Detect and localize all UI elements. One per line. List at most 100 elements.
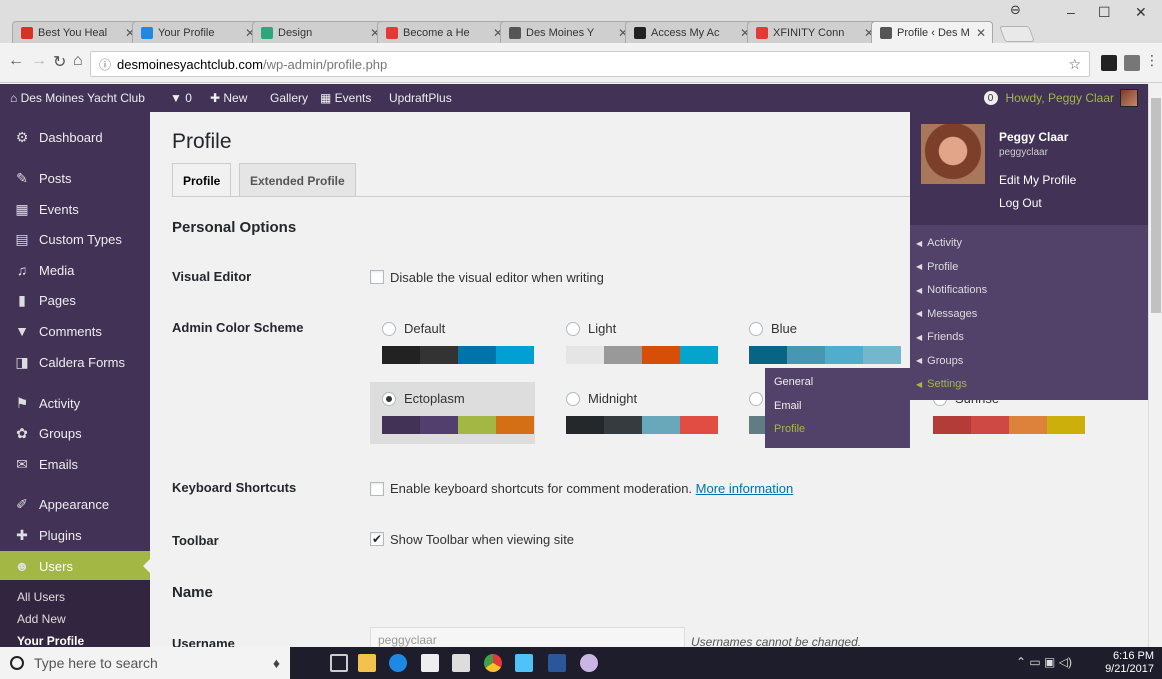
system-tray[interactable]: ⌃ ▭ ▣ ◁)	[1016, 655, 1072, 669]
toolbar-checkbox[interactable]: ✔	[370, 532, 384, 546]
sidebar-item-posts[interactable]: ✎ Posts	[0, 163, 150, 193]
task-view-icon[interactable]	[330, 654, 348, 672]
back-icon[interactable]: ←	[8, 52, 24, 70]
home-icon[interactable]: ⌂	[73, 52, 83, 70]
account-username: peggyclaar	[999, 147, 1048, 158]
sidebar-item-plugins[interactable]: ✚ Plugins	[0, 520, 150, 550]
browser-tab[interactable]: Des Moines Y ✕	[500, 21, 635, 43]
scheme-radio[interactable]	[749, 392, 763, 406]
paint-icon[interactable]	[580, 654, 598, 672]
store-icon[interactable]	[421, 654, 439, 672]
color-scheme-option[interactable]: Light	[554, 312, 719, 374]
vertical-scrollbar[interactable]	[1148, 84, 1162, 647]
browser-tab[interactable]: Best You Heal ✕	[12, 21, 142, 43]
sidebar-item-custom-types[interactable]: ▤ Custom Types	[0, 224, 150, 254]
sidebar-item-emails[interactable]: ✉ Emails	[0, 449, 150, 479]
file-explorer-icon[interactable]	[358, 654, 376, 672]
browser-tab[interactable]: Access My Ac ✕	[625, 21, 757, 43]
scheme-radio[interactable]	[749, 322, 763, 336]
notification-badge[interactable]: 0	[983, 91, 998, 105]
scroll-thumb[interactable]	[1151, 98, 1161, 313]
sidebar-item-activity[interactable]: ⚑ Activity	[0, 388, 150, 418]
tab-extended-profile[interactable]: Extended Profile	[239, 163, 356, 197]
url-input[interactable]: ⓘ desmoinesyachtclub.com/wp-admin/profil…	[90, 51, 1090, 77]
microphone-icon[interactable]: ♦	[273, 655, 280, 671]
account-menu-friends[interactable]: ◀ Friends	[916, 327, 964, 347]
site-name-link[interactable]: ⌂ Des Moines Yacht Club	[10, 91, 145, 105]
taskbar-search[interactable]: Type here to search ♦	[0, 647, 290, 679]
keyboard-shortcuts-text: Enable keyboard shortcuts for comment mo…	[390, 481, 794, 496]
visual-editor-checkbox[interactable]	[370, 270, 384, 284]
extension-icon[interactable]	[1101, 55, 1117, 71]
color-scheme-option[interactable]: Ectoplasm	[370, 382, 535, 444]
word-icon[interactable]	[548, 654, 566, 672]
sidebar-item-dashboard[interactable]: ⚙ Dashboard	[0, 122, 150, 152]
extension-icon-2[interactable]	[1124, 55, 1140, 71]
toolbar-text: Show Toolbar when viewing site	[390, 532, 575, 547]
browser-tab[interactable]: Design ✕	[252, 21, 387, 43]
account-menu-activity[interactable]: ◀ Activity	[916, 233, 962, 253]
sidebar-item-caldera-forms[interactable]: ◨ Caldera Forms	[0, 347, 150, 377]
color-scheme-option[interactable]: Blue	[737, 312, 902, 374]
browser-tab[interactable]: XFINITY Conn ✕	[747, 21, 881, 43]
bookmark-star-icon[interactable]: ☆	[1068, 56, 1081, 73]
events-link[interactable]: ▦ Events	[320, 91, 371, 105]
updraft-link[interactable]: UpdraftPlus	[389, 91, 452, 105]
comments-link[interactable]: ▼ 0	[170, 91, 192, 105]
forward-icon[interactable]: →	[31, 52, 47, 70]
account-menu-notifications[interactable]: ◀ Notifications	[916, 280, 987, 300]
sidebar-item-media[interactable]: ♫ Media	[0, 255, 150, 285]
sidebar-item-users[interactable]: ☻ Users	[0, 551, 150, 581]
keyboard-shortcuts-checkbox[interactable]	[370, 482, 384, 496]
scheme-radio[interactable]	[566, 322, 580, 336]
profile-photo[interactable]	[921, 124, 985, 184]
clock[interactable]: 6:16 PM 9/21/2017	[1105, 650, 1154, 676]
sidebar-item-appearance[interactable]: ✐ Appearance	[0, 489, 150, 519]
scheme-swatches	[933, 416, 1085, 434]
scheme-radio[interactable]	[382, 392, 396, 406]
account-menu-messages[interactable]: ◀ Messages	[916, 304, 977, 324]
sidebar-item-pages[interactable]: ▮ Pages	[0, 285, 150, 315]
submenu-all-users[interactable]: All Users	[0, 586, 150, 608]
new-content-link[interactable]: ✚ New	[210, 91, 247, 105]
color-scheme-option[interactable]: Default	[370, 312, 535, 374]
account-menu-profile[interactable]: ◀ Profile	[916, 257, 958, 277]
browser-tab[interactable]: Your Profile ✕	[132, 21, 262, 43]
user-account-icon[interactable]: ⊖	[1010, 2, 1021, 18]
settings-general-link[interactable]: General	[774, 376, 813, 388]
account-menu-groups[interactable]: ◀ Groups	[916, 351, 963, 371]
close-window-button[interactable]: ✕	[1135, 4, 1147, 21]
app-icon[interactable]	[515, 654, 533, 672]
browser-tab[interactable]: Become a He ✕	[377, 21, 510, 43]
my-account-link[interactable]: 0 Howdy, Peggy Claar	[983, 89, 1138, 107]
close-tab-icon[interactable]: ✕	[976, 26, 986, 40]
display-name[interactable]: Peggy Claar	[999, 130, 1068, 144]
edit-profile-link[interactable]: Edit My Profile	[999, 173, 1076, 187]
menu-dots-icon[interactable]: ⋮	[1145, 52, 1159, 69]
mail-icon[interactable]	[452, 654, 470, 672]
edge-icon[interactable]	[389, 654, 407, 672]
tab-profile[interactable]: Profile	[172, 163, 232, 197]
minimize-button[interactable]: –	[1067, 4, 1075, 20]
more-information-link[interactable]: More information	[696, 481, 794, 496]
maximize-button[interactable]: ☐	[1098, 4, 1111, 21]
logout-link[interactable]: Log Out	[999, 196, 1042, 210]
color-scheme-option[interactable]: Midnight	[554, 382, 719, 444]
sidebar-item-comments[interactable]: ▼ Comments	[0, 316, 150, 346]
settings-profile-link[interactable]: Profile	[774, 423, 805, 435]
info-icon[interactable]: ⓘ	[99, 56, 111, 73]
new-tab-button[interactable]	[999, 26, 1035, 42]
sidebar-item-label: Dashboard	[39, 129, 103, 145]
chrome-icon[interactable]	[484, 654, 502, 672]
account-header: Peggy Claar peggyclaar Edit My Profile L…	[910, 112, 1148, 225]
sidebar-item-groups[interactable]: ✿ Groups	[0, 418, 150, 448]
scheme-radio[interactable]	[566, 392, 580, 406]
sidebar-item-events[interactable]: ▦ Events	[0, 194, 150, 224]
gallery-link[interactable]: Gallery	[270, 91, 308, 105]
browser-tab[interactable]: Profile ‹ Des M ✕	[871, 21, 993, 43]
reload-icon[interactable]: ↻	[53, 52, 66, 72]
submenu-add-new[interactable]: Add New	[0, 608, 150, 630]
account-menu-settings[interactable]: ◀ Settings	[916, 374, 967, 394]
scheme-radio[interactable]	[382, 322, 396, 336]
settings-email-link[interactable]: Email	[774, 400, 802, 412]
